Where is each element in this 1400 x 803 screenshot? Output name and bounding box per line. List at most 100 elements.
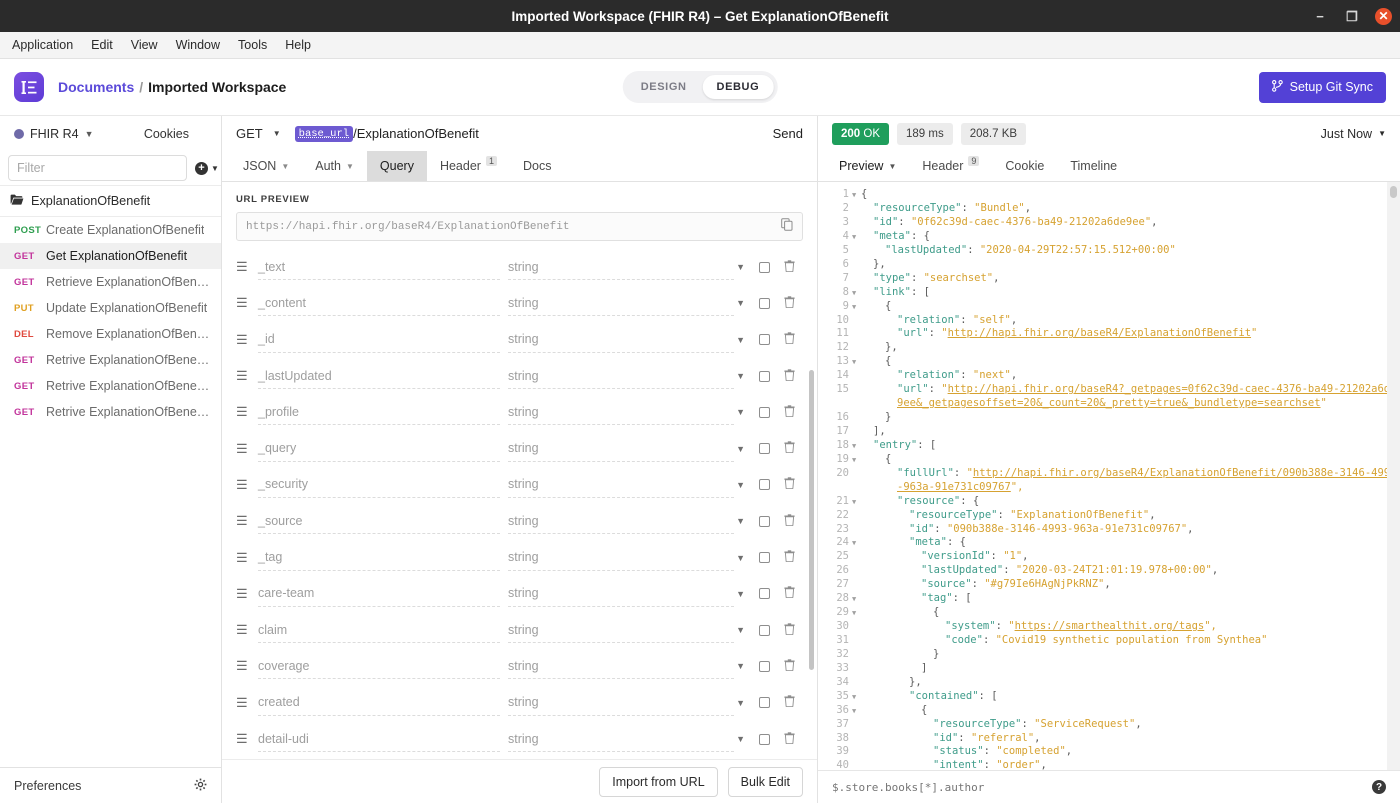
mode-debug-button[interactable]: DEBUG	[702, 75, 774, 99]
parameter-value-input[interactable]: string	[508, 399, 734, 426]
fold-toggle-icon[interactable]: ▼	[852, 439, 861, 453]
chevron-down-icon[interactable]: ▼	[736, 661, 745, 671]
parameter-value-input[interactable]: string	[508, 254, 734, 281]
parameter-enabled-checkbox[interactable]	[759, 660, 770, 672]
request-list-item[interactable]: DEL Remove ExplanationOfBene…	[0, 321, 221, 347]
fold-toggle-icon[interactable]: ▼	[852, 188, 861, 202]
chevron-down-icon[interactable]: ▼	[736, 480, 745, 490]
tab-timeline[interactable]: Timeline	[1057, 151, 1130, 181]
parameter-value-input[interactable]: string	[508, 617, 734, 644]
jsonpath-filter-input[interactable]	[832, 780, 1364, 794]
chevron-down-icon[interactable]: ▼	[736, 734, 745, 744]
delete-icon[interactable]	[784, 659, 795, 674]
chevron-down-icon[interactable]: ▼	[736, 335, 745, 345]
parameter-enabled-checkbox[interactable]	[759, 261, 770, 273]
chevron-down-icon[interactable]: ▼	[736, 589, 745, 599]
drag-handle-icon[interactable]: ☰	[236, 477, 258, 493]
delete-icon[interactable]	[784, 332, 795, 347]
parameter-name-input[interactable]: detail-udi	[258, 726, 500, 752]
code-link[interactable]: https://smarthealthit.org/tags	[1015, 620, 1205, 632]
url-input[interactable]: base_url /ExplanationOfBenefit	[294, 125, 479, 142]
chevron-down-icon[interactable]: ▼	[736, 371, 745, 381]
request-list-item[interactable]: PUT Update ExplanationOfBenefit	[0, 295, 221, 321]
maximize-icon[interactable]: ❐	[1343, 7, 1361, 25]
folder-row[interactable]: ExplanationOfBenefit	[0, 185, 221, 217]
fold-toggle-icon[interactable]: ▼	[852, 300, 861, 314]
tab-auth[interactable]: Auth ▼	[302, 151, 367, 181]
delete-icon[interactable]	[784, 731, 795, 747]
parameter-enabled-checkbox[interactable]	[759, 515, 770, 527]
parameter-enabled-checkbox[interactable]	[759, 552, 770, 564]
drag-handle-icon[interactable]: ☰	[236, 368, 258, 384]
parameter-enabled-checkbox[interactable]	[759, 370, 770, 382]
delete-icon[interactable]	[784, 550, 795, 565]
parameter-name-input[interactable]: coverage	[258, 653, 500, 680]
parameter-name-input[interactable]: _text	[258, 254, 500, 281]
chevron-down-icon[interactable]: ▼	[736, 553, 745, 563]
parameter-name-input[interactable]: _profile	[258, 399, 500, 426]
parameter-enabled-checkbox[interactable]	[759, 733, 770, 745]
tab-cookie[interactable]: Cookie	[992, 151, 1057, 181]
delete-icon[interactable]	[784, 622, 795, 638]
request-list-item[interactable]: GET Retrieve ExplanationOfBene…	[0, 269, 221, 295]
parameter-name-input[interactable]: claim	[258, 617, 500, 644]
drag-handle-icon[interactable]: ☰	[236, 295, 258, 311]
menu-item-help[interactable]: Help	[277, 35, 319, 55]
minimize-icon[interactable]: −	[1311, 7, 1329, 25]
http-method-select[interactable]: GET	[236, 126, 263, 141]
chevron-down-icon[interactable]: ▼	[85, 129, 94, 139]
drag-handle-icon[interactable]: ☰	[236, 622, 258, 638]
environment-name[interactable]: FHIR R4	[30, 127, 79, 141]
fold-toggle-icon[interactable]: ▼	[852, 495, 861, 509]
code-link[interactable]: http://hapi.fhir.org/baseR4/ExplanationO…	[948, 327, 1251, 339]
response-scrollbar[interactable]	[1390, 186, 1397, 198]
chevron-down-icon[interactable]: ▼	[736, 625, 745, 635]
fold-toggle-icon[interactable]: ▼	[852, 592, 861, 606]
fold-toggle-icon[interactable]: ▼	[852, 690, 861, 704]
drag-handle-icon[interactable]: ☰	[236, 441, 258, 457]
chevron-down-icon[interactable]: ▼	[273, 129, 281, 138]
import-from-url-button[interactable]: Import from URL	[599, 766, 718, 797]
chevron-down-icon[interactable]: ▼	[736, 298, 745, 308]
parameter-name-input[interactable]: _id	[258, 327, 500, 353]
parameter-name-input[interactable]: _content	[258, 290, 500, 317]
chevron-down-icon[interactable]: ▼	[736, 262, 745, 272]
fold-toggle-icon[interactable]: ▼	[852, 606, 861, 620]
delete-icon[interactable]	[784, 405, 795, 420]
request-list-item[interactable]: GET Retrive ExplanationOfBenefi…	[0, 399, 221, 425]
parameter-enabled-checkbox[interactable]	[759, 443, 770, 455]
code-link[interactable]: http://hapi.fhir.org/baseR4/ExplanationO…	[897, 467, 1396, 493]
parameter-name-input[interactable]: _tag	[258, 545, 500, 571]
parameter-value-input[interactable]: string	[508, 472, 734, 498]
menu-item-application[interactable]: Application	[4, 35, 81, 55]
drag-handle-icon[interactable]: ☰	[236, 731, 258, 747]
delete-icon[interactable]	[784, 441, 795, 456]
request-list-item[interactable]: GET Retrive ExplanationOfBenefi…	[0, 347, 221, 373]
menu-item-edit[interactable]: Edit	[83, 35, 121, 55]
chevron-down-icon[interactable]: ▼	[736, 698, 745, 708]
fold-toggle-icon[interactable]: ▼	[852, 230, 861, 244]
menu-item-window[interactable]: Window	[168, 35, 228, 55]
drag-handle-icon[interactable]: ☰	[236, 332, 258, 348]
parameter-value-input[interactable]: string	[508, 726, 734, 752]
filter-input[interactable]	[8, 155, 187, 181]
tab-header[interactable]: Header 1	[427, 151, 510, 181]
parameter-value-input[interactable]: string	[508, 545, 734, 571]
request-list-item[interactable]: GET Retrive ExplanationOfBenefi…	[0, 373, 221, 399]
preferences-row[interactable]: Preferences	[0, 767, 221, 803]
gear-icon[interactable]	[194, 778, 207, 794]
send-button[interactable]: Send	[773, 126, 803, 141]
tab-docs[interactable]: Docs	[510, 151, 564, 181]
delete-icon[interactable]	[784, 368, 795, 384]
drag-handle-icon[interactable]: ☰	[236, 513, 258, 529]
tab-header[interactable]: Header 9	[909, 151, 992, 181]
parameter-name-input[interactable]: care-team	[258, 581, 500, 607]
tab-json[interactable]: JSON ▼	[230, 151, 302, 181]
help-icon[interactable]: ?	[1372, 780, 1386, 794]
delete-icon[interactable]	[784, 296, 795, 311]
chevron-down-icon[interactable]: ▼	[736, 516, 745, 526]
parameter-value-input[interactable]: string	[508, 508, 734, 535]
parameter-name-input[interactable]: _source	[258, 508, 500, 535]
add-request-button[interactable]: + ▼	[195, 161, 219, 175]
parameter-enabled-checkbox[interactable]	[759, 479, 770, 491]
